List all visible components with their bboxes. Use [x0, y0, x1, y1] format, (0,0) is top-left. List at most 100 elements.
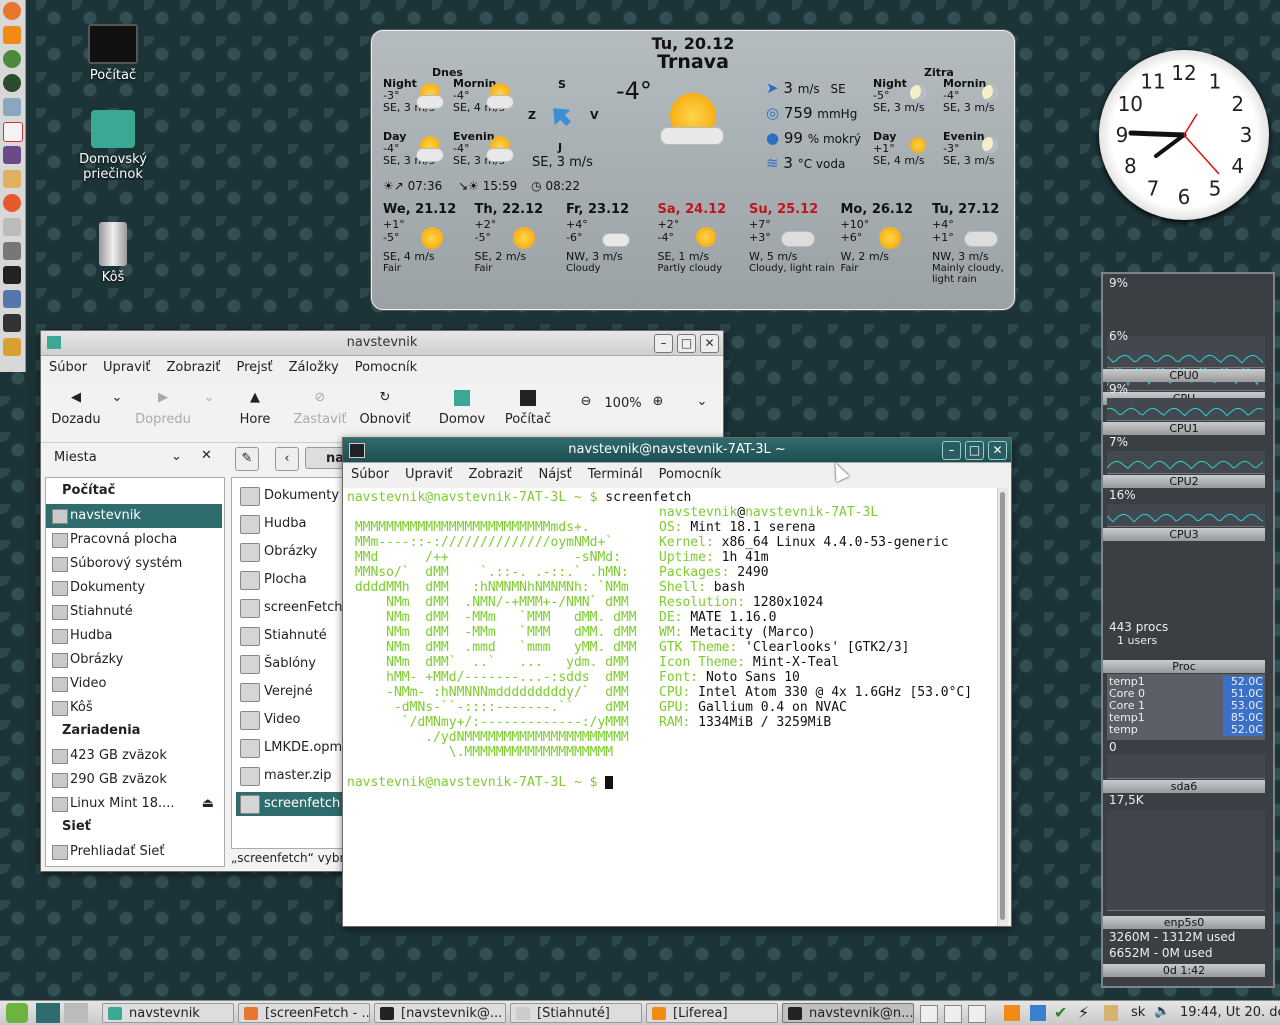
file-item[interactable]: Verejné — [236, 680, 344, 704]
taskbar-clock[interactable]: 19:44, Ut 20. dec — [1180, 1005, 1280, 1020]
file-item[interactable]: master.zip — [236, 764, 344, 788]
close-sidepane-button[interactable]: ✕ — [201, 448, 212, 463]
zoom-in-button[interactable]: ⊕ — [649, 394, 667, 409]
pencil-icon[interactable] — [3, 170, 21, 188]
eject-icon[interactable]: ⏏ — [202, 792, 214, 816]
menu-go[interactable]: Prejsť — [229, 360, 281, 375]
sidebar-item[interactable]: Dokumenty — [46, 576, 222, 600]
tray-rss-icon[interactable] — [1004, 1005, 1020, 1021]
desktop-icon-computer[interactable]: Počítač — [58, 24, 168, 83]
tray-shield-icon[interactable]: ✔ — [1054, 1003, 1067, 1022]
terminal-icon[interactable] — [3, 266, 21, 284]
sidebar-item[interactable]: navstevnik — [46, 504, 222, 528]
scrollbar-thumb[interactable] — [1000, 492, 1005, 920]
keyboard-layout[interactable]: sk — [1131, 1005, 1145, 1020]
menu-help[interactable]: Pomocník — [347, 360, 425, 375]
close-button[interactable]: ✕ — [700, 334, 719, 353]
file-item[interactable]: screenfetch — [236, 792, 344, 816]
menu-view[interactable]: Zobraziť — [461, 467, 531, 482]
firefox-icon[interactable] — [3, 2, 21, 20]
forward-button[interactable]: ▶ Dopredu — [133, 380, 193, 427]
back-button[interactable]: ◀ Dozadu — [49, 380, 103, 427]
drive-icon[interactable] — [3, 242, 21, 260]
file-item[interactable]: Šablóny — [236, 652, 344, 676]
file-manager-titlebar[interactable]: navstevnik – □ ✕ — [41, 331, 723, 356]
taskbar-button[interactable]: [Stiahnuté] — [510, 1003, 642, 1023]
taskbar-button[interactable]: [Liferea] — [646, 1003, 778, 1023]
eye-icon[interactable] — [3, 146, 21, 164]
menu-terminal[interactable]: Terminál — [580, 467, 651, 482]
mint-menu-icon[interactable] — [6, 1003, 28, 1023]
tray-clipboard-icon[interactable] — [1104, 1005, 1118, 1021]
magnifier-icon[interactable] — [3, 218, 21, 236]
menu-view[interactable]: Zobraziť — [159, 360, 229, 375]
minimize-button[interactable]: – — [942, 441, 961, 460]
menu-edit[interactable]: Upraviť — [95, 360, 158, 375]
file-item[interactable]: screenFetch- — [236, 596, 344, 620]
globe-icon[interactable] — [3, 74, 21, 92]
zoom-out-button[interactable]: ⊖ — [577, 394, 595, 409]
up-button[interactable]: ▲ Hore — [235, 380, 275, 427]
terminal-titlebar[interactable]: navstevnik@navstevnik-7AT-3L ~ – □ ✕ — [343, 438, 1011, 463]
terminal-output[interactable]: navstevnik@navstevnik-7AT-3L ~ $ screenf… — [343, 488, 1008, 926]
menu-help[interactable]: Pomocník — [651, 467, 729, 482]
file-item[interactable]: Hudba — [236, 512, 344, 536]
menu-edit[interactable]: Upraviť — [397, 467, 460, 482]
close-button[interactable]: ✕ — [988, 441, 1007, 460]
desktop-icon-home[interactable]: Domovský priečinok — [58, 110, 168, 182]
tray-window-icon[interactable] — [944, 1005, 962, 1023]
sidebar-item[interactable]: Linux Mint 18.... ⏏ — [46, 792, 222, 816]
clover-icon[interactable] — [3, 50, 21, 68]
spreadsheet-icon[interactable] — [3, 98, 21, 116]
file-item[interactable]: Plocha — [236, 568, 344, 592]
sidebar-item[interactable]: 290 GB zväzok — [46, 768, 222, 792]
settings-icon[interactable] — [3, 290, 21, 308]
path-segment-home[interactable]: na — [305, 447, 345, 469]
reload-button[interactable]: ↻ Obnoviť — [357, 380, 413, 427]
file-item[interactable]: Dokumenty — [236, 484, 344, 508]
computer-button[interactable]: Počítač — [503, 380, 553, 427]
volume-icon[interactable]: 🔈 — [1154, 1004, 1170, 1019]
menu-search[interactable]: Nájsť — [531, 467, 580, 482]
edit-location-button[interactable]: ✎ — [235, 447, 259, 471]
sidebar-item[interactable]: Pracovná plocha — [46, 528, 222, 552]
sidebar-item[interactable]: Obrázky — [46, 648, 222, 672]
sidebar-item[interactable]: Kôš — [46, 696, 222, 720]
sidebar-item[interactable]: Stiahnuté — [46, 600, 222, 624]
chart-icon[interactable] — [3, 122, 23, 142]
forward-history-dropdown[interactable]: ⌄ — [199, 380, 219, 412]
media-player-icon[interactable] — [3, 314, 21, 332]
sidebar-item[interactable]: Prehliadať Sieť — [46, 840, 222, 864]
menu-file[interactable]: Súbor — [41, 360, 95, 375]
rss-icon[interactable] — [3, 26, 21, 44]
show-desktop-icon[interactable] — [36, 1003, 60, 1023]
places-dropdown[interactable]: ⌄ — [171, 449, 182, 464]
sidebar-item[interactable]: Video — [46, 672, 222, 696]
taskbar-button[interactable]: [navstevnik@... — [374, 1003, 506, 1023]
download-icon[interactable] — [3, 338, 21, 356]
minimize-button[interactable]: – — [654, 334, 673, 353]
tool-icon[interactable] — [3, 194, 21, 212]
tray-window-icon[interactable] — [920, 1005, 938, 1023]
taskbar-button[interactable]: navstevnik@n... — [782, 1003, 914, 1023]
tray-window-icon[interactable] — [968, 1005, 986, 1023]
file-item[interactable]: LMKDE.opml — [236, 736, 344, 760]
file-item[interactable]: Stiahnuté — [236, 624, 344, 648]
sidebar-item[interactable]: Súborový systém — [46, 552, 222, 576]
file-item[interactable]: Video — [236, 708, 344, 732]
taskbar-button[interactable]: [screenFetch - ... — [238, 1003, 370, 1023]
menu-file[interactable]: Súbor — [343, 467, 397, 482]
menu-bookmarks[interactable]: Záložky — [281, 360, 347, 375]
file-item[interactable]: Obrázky — [236, 540, 344, 564]
maximize-button[interactable]: □ — [965, 441, 984, 460]
sidebar-item[interactable]: Hudba — [46, 624, 222, 648]
maximize-button[interactable]: □ — [677, 334, 696, 353]
desktop-icon-trash[interactable]: Kôš — [58, 222, 168, 285]
path-back-button[interactable]: ‹ — [275, 447, 299, 471]
stop-button[interactable]: ⊘ Zastaviť — [293, 380, 347, 427]
terminal-scrollbar[interactable] — [997, 488, 1008, 926]
sidebar-item[interactable]: 423 GB zväzok — [46, 744, 222, 768]
back-history-dropdown[interactable]: ⌄ — [107, 380, 127, 412]
tray-network-icon[interactable]: ⚡ — [1078, 1003, 1089, 1022]
taskbar-button[interactable]: navstevnik — [102, 1003, 234, 1023]
